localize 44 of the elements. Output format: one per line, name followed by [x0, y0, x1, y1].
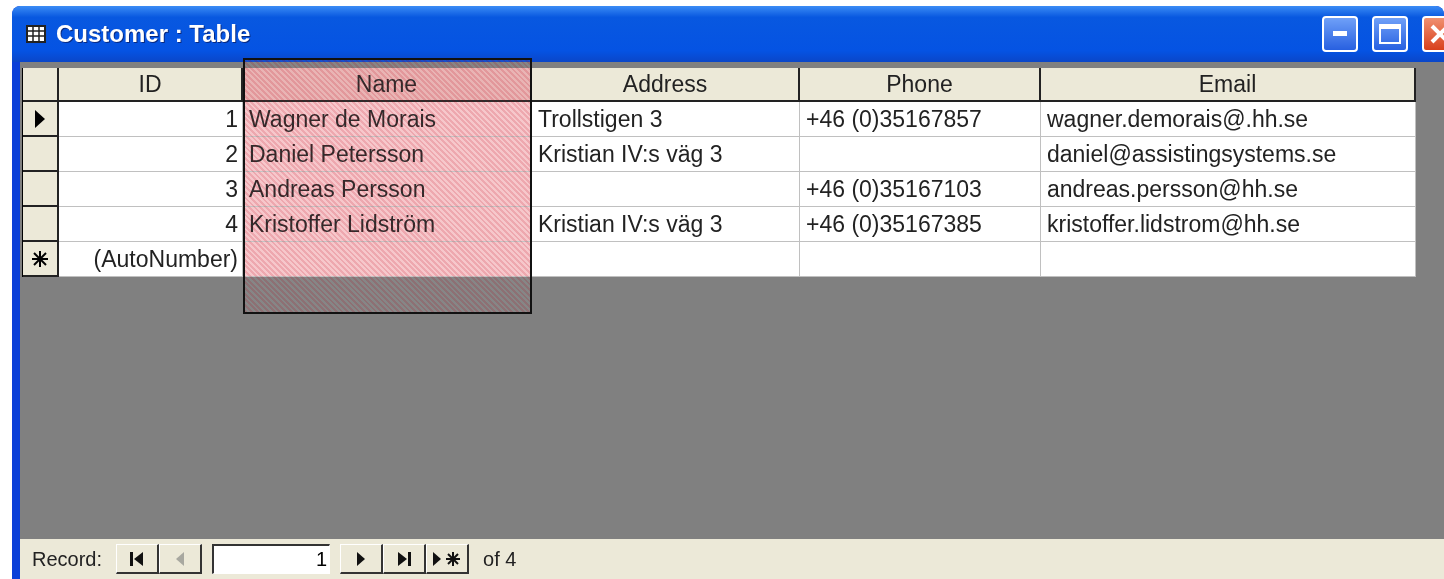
table-cell: Daniel Petersson: [243, 137, 532, 172]
table-cell: +46 (0)35167385: [800, 207, 1041, 242]
new-record-button[interactable]: [426, 544, 470, 574]
close-icon: [1430, 24, 1444, 44]
table-cell: 4: [59, 207, 243, 242]
next-record-button[interactable]: [340, 544, 384, 574]
window-title: Customer : Table: [56, 20, 251, 48]
table-cell: +46 (0)35167857: [800, 102, 1041, 137]
table-cell: (AutoNumber): [59, 242, 243, 277]
maximize-button[interactable]: [1372, 16, 1408, 52]
table-cell: Andreas Persson: [243, 172, 532, 207]
select-all-corner[interactable]: [23, 68, 59, 102]
column-header[interactable]: ID: [59, 68, 243, 102]
column-header[interactable]: Phone: [800, 68, 1041, 102]
table-icon: [26, 25, 46, 43]
table-cell: andreas.persson@hh.se: [1041, 172, 1416, 207]
maximize-icon: [1379, 24, 1401, 44]
table-cell: Trollstigen 3: [532, 102, 800, 137]
table-cell: kristoffer.lidstrom@hh.se: [1041, 207, 1416, 242]
record-selector[interactable]: [23, 207, 59, 242]
record-selector[interactable]: [23, 242, 59, 277]
table-cell: Kristoffer Lidström: [243, 207, 532, 242]
record-label: Record:: [32, 547, 103, 571]
record-number-field[interactable]: 1: [212, 544, 331, 574]
table-cell: 2: [59, 137, 243, 172]
column-header[interactable]: Email: [1041, 68, 1416, 102]
column-header[interactable]: Name: [243, 68, 532, 102]
table-cell: daniel@assistingsystems.se: [1041, 137, 1416, 172]
table-cell: Wagner de Morais: [243, 102, 532, 137]
column-header[interactable]: Address: [532, 68, 800, 102]
table-cell: wagner.demorais@.hh.se: [1041, 102, 1416, 137]
minimize-icon: [1333, 31, 1347, 37]
table-cell: 1: [59, 102, 243, 137]
first-record-button[interactable]: [116, 544, 160, 574]
record-selector[interactable]: [23, 102, 59, 137]
record-selector[interactable]: [23, 172, 59, 207]
record-selector[interactable]: [23, 137, 59, 172]
table-cell: Kristian IV:s väg 3: [532, 137, 800, 172]
record-count: of 4: [483, 547, 517, 571]
table-cell: Kristian IV:s väg 3: [532, 207, 800, 242]
table-cell: 3: [59, 172, 243, 207]
table-cell: +46 (0)35167103: [800, 172, 1041, 207]
minimize-button[interactable]: [1322, 16, 1358, 52]
last-record-button[interactable]: [383, 544, 427, 574]
